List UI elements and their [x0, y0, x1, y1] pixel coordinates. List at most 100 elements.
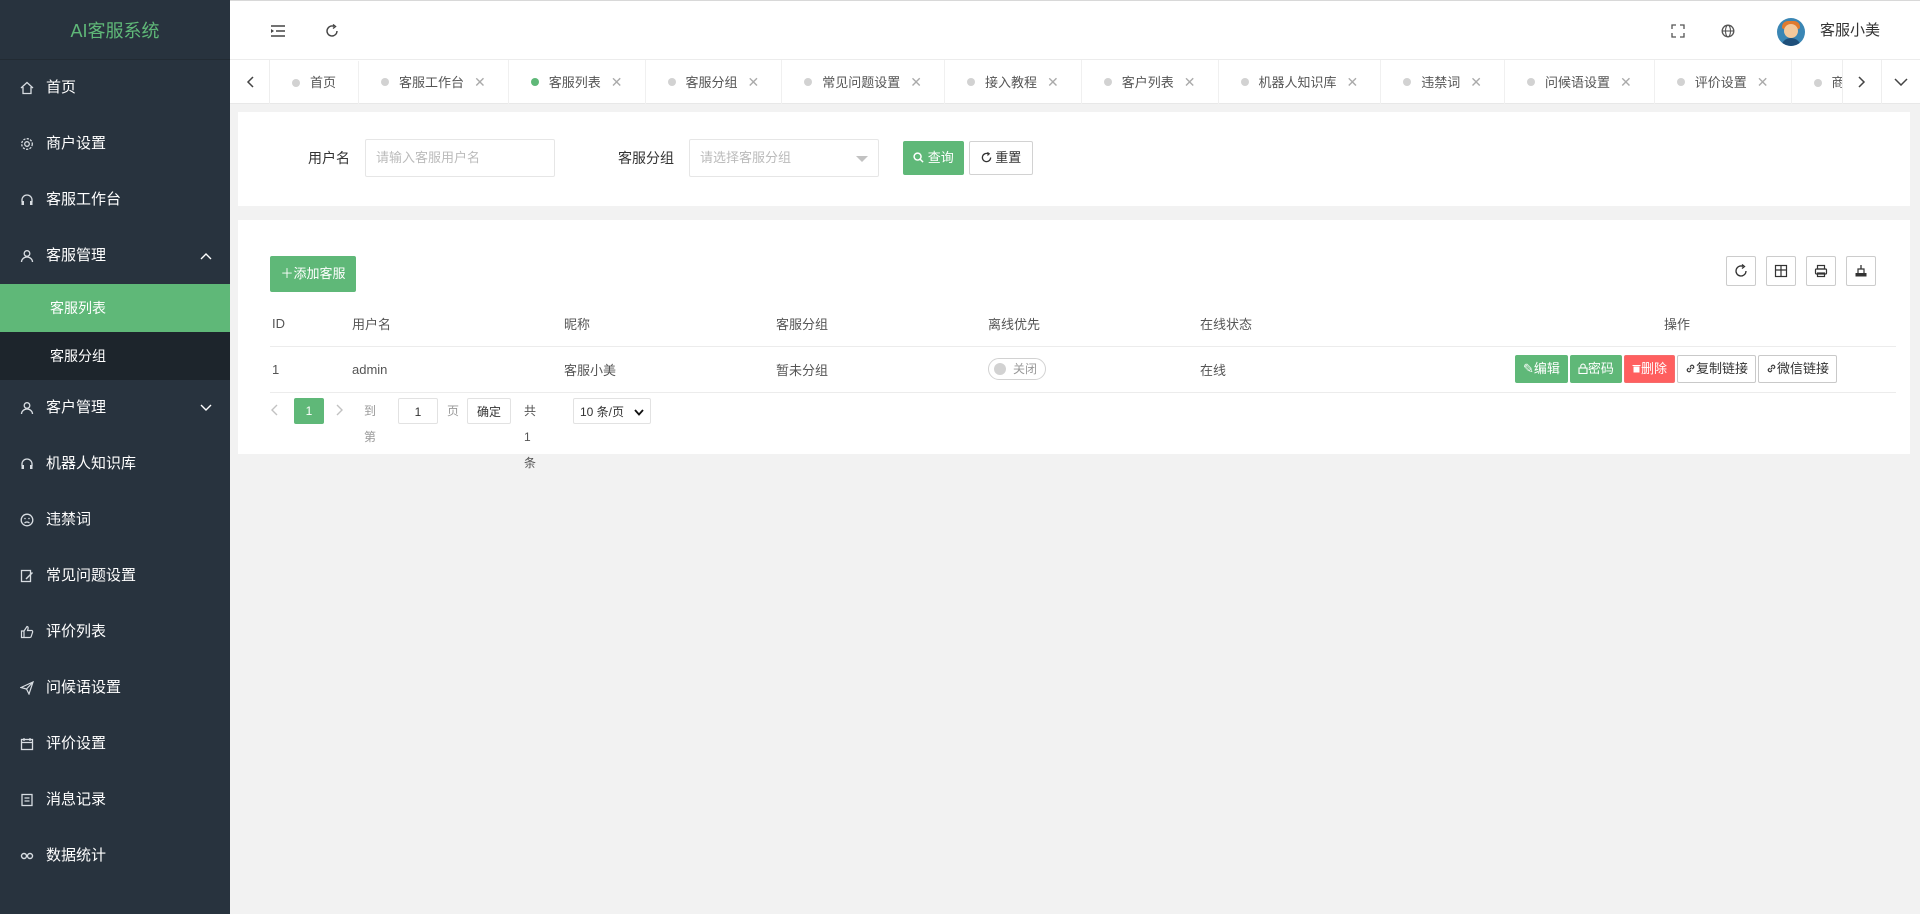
col-header-id: ID: [270, 302, 350, 347]
query-label: 查询: [927, 150, 954, 165]
columns-filter-icon[interactable]: [1766, 256, 1796, 286]
menu-toggle-icon[interactable]: [266, 1, 290, 61]
sidebar-item-message-records[interactable]: 消息记录: [0, 772, 230, 828]
col-header-username: 用户名: [350, 302, 562, 347]
tab-close-icon[interactable]: ✕: [910, 74, 922, 90]
username-input[interactable]: 请输入客服用户名: [365, 139, 555, 177]
service-table: ID 用户名 昵称 客服分组 离线优先 在线状态 操作 1 admin 客服小美…: [270, 302, 1896, 393]
tab-close-icon[interactable]: ✕: [1184, 74, 1196, 90]
pager-page-1[interactable]: 1: [294, 398, 324, 424]
cell-id: 1: [270, 346, 350, 393]
sidebar: AI客服系统 首页 商户设置 客服工作台 客服管理 客服列表 客服分组 客户管理…: [0, 0, 230, 914]
tab-dot: [667, 78, 676, 86]
sidebar-item-rating-list[interactable]: 评价列表: [0, 604, 230, 660]
user-icon: [19, 380, 35, 436]
send-icon: [19, 660, 35, 716]
tab-faq-settings[interactable]: 常见问题设置 ✕: [782, 60, 946, 104]
sidebar-item-label: 评价设置: [46, 735, 107, 752]
sidebar-item-label: 违禁词: [46, 511, 92, 528]
sidebar-item-faq-settings[interactable]: 常见问题设置: [0, 548, 230, 604]
col-header-status: 在线状态: [1198, 302, 1458, 347]
tab-banned-words[interactable]: 违禁词 ✕: [1381, 60, 1506, 104]
tab-service-group[interactable]: 客服分组 ✕: [646, 60, 783, 104]
search-card: 用户名 请输入客服用户名 客服分组 请选择客服分组 查询 重置: [238, 112, 1910, 206]
sidebar-item-rating-settings[interactable]: 评价设置: [0, 716, 230, 772]
sidebar-item-home[interactable]: 首页: [0, 60, 230, 116]
export-icon[interactable]: [1846, 256, 1876, 286]
password-button[interactable]: 密码: [1569, 355, 1622, 383]
pager-page-input[interactable]: 1: [398, 398, 438, 424]
col-header-offline-first: 离线优先: [986, 302, 1198, 347]
sidebar-item-service-management[interactable]: 客服管理: [0, 228, 230, 284]
sidebar-item-workbench[interactable]: 客服工作台: [0, 172, 230, 228]
delete-button[interactable]: 删除: [1623, 355, 1675, 383]
tab-customer-list[interactable]: 客户列表 ✕: [1082, 60, 1219, 104]
pencil-icon: ✎: [1523, 361, 1534, 376]
submenu-service-management: 客服列表 客服分组: [0, 284, 230, 380]
pager-prev-icon[interactable]: [270, 398, 284, 424]
sidebar-item-greeting-settings[interactable]: 问候语设置: [0, 660, 230, 716]
tab-close-icon[interactable]: ✕: [611, 74, 623, 90]
query-button[interactable]: 查询: [903, 141, 964, 175]
tab-workbench[interactable]: 客服工作台 ✕: [359, 60, 509, 104]
tabs-menu-chevron-down-icon[interactable]: [1882, 60, 1920, 104]
table-refresh-icon[interactable]: [1726, 256, 1756, 286]
tab-close-icon[interactable]: ✕: [1047, 74, 1059, 90]
tab-close-icon[interactable]: ✕: [474, 74, 486, 90]
tab-close-icon[interactable]: ✕: [1620, 74, 1632, 90]
tab-rating-settings[interactable]: 评价设置 ✕: [1655, 60, 1792, 104]
reset-button[interactable]: 重置: [969, 141, 1033, 175]
sidebar-item-statistics[interactable]: 数据统计: [0, 828, 230, 884]
tab-dot: [1676, 78, 1685, 86]
tabs-prev-icon[interactable]: [230, 60, 270, 104]
pager-total: 共 1 条: [524, 404, 537, 470]
tabs-next-icon[interactable]: [1842, 60, 1882, 104]
sidebar-item-label: 客服工作台: [46, 191, 122, 208]
tab-close-icon[interactable]: ✕: [1757, 74, 1769, 90]
tab-close-icon[interactable]: ✕: [748, 74, 760, 90]
pager-next-icon[interactable]: [336, 398, 350, 424]
tab-close-icon[interactable]: ✕: [1470, 74, 1482, 90]
pager-confirm-button[interactable]: 确定: [467, 398, 511, 424]
tab-merchant-settings[interactable]: 商户设置: [1792, 61, 1842, 104]
edit-icon: [19, 548, 35, 604]
add-service-button[interactable]: ＋添加客服: [270, 256, 356, 292]
avatar[interactable]: [1777, 18, 1805, 46]
pager-size-select[interactable]: 10 条/页: [573, 398, 651, 424]
sidebar-item-customer-management[interactable]: 客户管理: [0, 380, 230, 436]
tab-label: 首页: [310, 75, 337, 90]
tab-service-list[interactable]: 客服列表 ✕: [509, 60, 646, 104]
trash-icon: [1632, 361, 1641, 376]
tab-dot: [292, 79, 300, 87]
refresh-icon[interactable]: [320, 1, 344, 61]
group-select[interactable]: 请选择客服分组: [689, 139, 879, 177]
sidebar-subitem-service-group[interactable]: 客服分组: [0, 332, 230, 380]
pager-page-unit: 页: [447, 404, 460, 418]
tab-dot: [1527, 78, 1536, 86]
caret-down-icon: [856, 156, 868, 162]
chevron-up-icon: [200, 228, 212, 284]
tab-home[interactable]: 首页: [270, 61, 360, 104]
pager-goto-label: 到第: [364, 404, 377, 444]
print-icon[interactable]: [1806, 256, 1836, 286]
fullscreen-icon[interactable]: [1666, 1, 1690, 61]
copy-link-button[interactable]: 复制链接: [1676, 355, 1756, 383]
tab-greeting-settings[interactable]: 问候语设置 ✕: [1505, 60, 1655, 104]
tab-label: 违禁词: [1421, 75, 1461, 90]
table-header-row: ID 用户名 昵称 客服分组 离线优先 在线状态 操作: [270, 302, 1896, 347]
tab-dot: [967, 78, 976, 86]
sidebar-item-robot-knowledge[interactable]: 机器人知识库: [0, 436, 230, 492]
wechat-link-button[interactable]: 微信链接: [1757, 355, 1837, 383]
password-label: 密码: [1587, 361, 1614, 376]
tab-dot: [1240, 78, 1249, 86]
sidebar-item-banned-words[interactable]: 违禁词: [0, 492, 230, 548]
language-globe-icon[interactable]: [1716, 1, 1740, 61]
sidebar-item-merchant-settings[interactable]: 商户设置: [0, 116, 230, 172]
edit-button[interactable]: ✎编辑: [1515, 355, 1568, 383]
sidebar-subitem-service-list[interactable]: 客服列表: [0, 284, 230, 332]
header-username[interactable]: 客服小美: [1820, 1, 1880, 61]
tab-robot-knowledge[interactable]: 机器人知识库 ✕: [1219, 60, 1382, 104]
tab-close-icon[interactable]: ✕: [1347, 74, 1359, 90]
offline-first-switch[interactable]: 关闭: [988, 358, 1046, 380]
tab-integration-guide[interactable]: 接入教程 ✕: [945, 60, 1082, 104]
